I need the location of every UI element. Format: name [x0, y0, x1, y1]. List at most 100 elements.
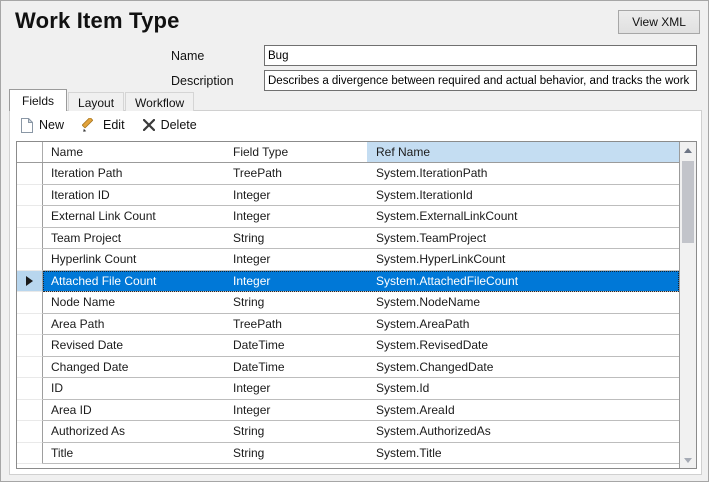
row-selector-cell[interactable]	[17, 314, 43, 336]
row-cell-name: Attached File Count	[43, 271, 225, 293]
row-cell-field-type: String	[225, 443, 367, 465]
table-row[interactable]: Hyperlink Count Integer System.HyperLink…	[17, 249, 679, 271]
work-item-type-window: Work Item Type View XML Name Description…	[0, 0, 709, 482]
row-selector-cell[interactable]	[17, 421, 43, 443]
row-selector-cell[interactable]	[17, 335, 43, 357]
row-cell-ref-name: System.TeamProject	[367, 228, 679, 250]
row-cell-field-type: Integer	[225, 271, 367, 293]
row-cell-ref-name: System.NodeName	[367, 292, 679, 314]
row-selector-cell[interactable]	[17, 185, 43, 207]
row-cell-ref-name: System.Title	[367, 443, 679, 465]
view-xml-button[interactable]: View XML	[618, 10, 700, 34]
fields-toolbar: New Edit Delete	[10, 111, 701, 139]
row-selector-cell[interactable]	[17, 249, 43, 271]
edit-pencil-icon	[82, 118, 97, 133]
scrollbar-thumb[interactable]	[682, 161, 694, 243]
row-cell-ref-name: System.IterationPath	[367, 163, 679, 185]
row-cell-field-type: TreePath	[225, 314, 367, 336]
row-cell-name: Changed Date	[43, 357, 225, 379]
row-cell-field-type: Integer	[225, 206, 367, 228]
row-cell-name: Area Path	[43, 314, 225, 336]
row-cell-name: Title	[43, 443, 225, 465]
row-selector-cell[interactable]	[17, 292, 43, 314]
edit-button-label: Edit	[103, 118, 125, 132]
row-cell-name: Authorized As	[43, 421, 225, 443]
table-row[interactable]: Revised Date DateTime System.RevisedDate	[17, 335, 679, 357]
table-row[interactable]: Area ID Integer System.AreaId	[17, 400, 679, 422]
row-cell-ref-name: System.ExternalLinkCount	[367, 206, 679, 228]
tab-fields[interactable]: Fields	[9, 89, 67, 111]
table-row[interactable]: Team Project String System.TeamProject	[17, 228, 679, 250]
row-selector-cell[interactable]	[17, 400, 43, 422]
grid-body: Iteration Path TreePath System.Iteration…	[17, 163, 679, 464]
new-document-icon	[20, 118, 33, 133]
row-selector-cell[interactable]	[17, 378, 43, 400]
row-cell-name: External Link Count	[43, 206, 225, 228]
table-row[interactable]: Authorized As String System.AuthorizedAs	[17, 421, 679, 443]
row-cell-name: Area ID	[43, 400, 225, 422]
delete-x-icon	[143, 119, 155, 131]
row-selector-cell[interactable]	[17, 271, 43, 293]
table-row[interactable]: Iteration Path TreePath System.Iteration…	[17, 163, 679, 185]
row-cell-field-type: String	[225, 228, 367, 250]
delete-button-label: Delete	[161, 118, 197, 132]
row-cell-field-type: DateTime	[225, 357, 367, 379]
row-cell-name: ID	[43, 378, 225, 400]
page-title: Work Item Type	[15, 8, 180, 34]
row-cell-field-type: String	[225, 421, 367, 443]
row-cell-ref-name: System.IterationId	[367, 185, 679, 207]
table-row[interactable]: Node Name String System.NodeName	[17, 292, 679, 314]
description-input[interactable]	[264, 70, 697, 91]
table-row[interactable]: External Link Count Integer System.Exter…	[17, 206, 679, 228]
table-row[interactable]: Attached File Count Integer System.Attac…	[17, 271, 679, 293]
tab-workflow[interactable]: Workflow	[125, 92, 194, 111]
edit-button[interactable]: Edit	[82, 118, 125, 133]
row-selector-cell[interactable]	[17, 163, 43, 185]
column-header-ref-name[interactable]: Ref Name	[367, 142, 679, 162]
row-cell-ref-name: System.RevisedDate	[367, 335, 679, 357]
row-cell-field-type: Integer	[225, 400, 367, 422]
grid-header-row: Name Field Type Ref Name	[17, 142, 679, 163]
row-cell-ref-name: System.Id	[367, 378, 679, 400]
row-cell-field-type: Integer	[225, 378, 367, 400]
row-cell-name: Hyperlink Count	[43, 249, 225, 271]
delete-button[interactable]: Delete	[143, 118, 197, 132]
row-cell-ref-name: System.AreaPath	[367, 314, 679, 336]
scroll-down-arrow-icon[interactable]	[680, 452, 696, 468]
table-row[interactable]: Changed Date DateTime System.ChangedDate	[17, 357, 679, 379]
row-cell-ref-name: System.AuthorizedAs	[367, 421, 679, 443]
vertical-scrollbar[interactable]	[679, 142, 696, 468]
column-header-field-type[interactable]: Field Type	[225, 142, 367, 162]
row-selector-cell[interactable]	[17, 443, 43, 465]
table-row[interactable]: ID Integer System.Id	[17, 378, 679, 400]
row-cell-ref-name: System.HyperLinkCount	[367, 249, 679, 271]
tab-layout[interactable]: Layout	[68, 92, 124, 111]
row-selector-cell[interactable]	[17, 357, 43, 379]
row-selector-cell[interactable]	[17, 228, 43, 250]
table-row[interactable]: Area Path TreePath System.AreaPath	[17, 314, 679, 336]
row-cell-field-type: Integer	[225, 249, 367, 271]
description-label: Description	[171, 74, 234, 88]
row-cell-ref-name: System.AreaId	[367, 400, 679, 422]
new-button-label: New	[39, 118, 64, 132]
row-cell-field-type: String	[225, 292, 367, 314]
row-cell-name: Iteration ID	[43, 185, 225, 207]
new-button[interactable]: New	[20, 118, 64, 133]
name-input[interactable]	[264, 45, 697, 66]
row-selector-header-cell	[17, 142, 43, 162]
row-cell-field-type: Integer	[225, 185, 367, 207]
row-cell-name: Iteration Path	[43, 163, 225, 185]
row-cell-field-type: DateTime	[225, 335, 367, 357]
fields-tab-page: New Edit Delete	[9, 110, 702, 475]
table-row[interactable]: Iteration ID Integer System.IterationId	[17, 185, 679, 207]
row-cell-field-type: TreePath	[225, 163, 367, 185]
name-label: Name	[171, 49, 204, 63]
row-selector-cell[interactable]	[17, 206, 43, 228]
row-cell-name: Revised Date	[43, 335, 225, 357]
row-cell-ref-name: System.AttachedFileCount	[367, 271, 679, 293]
column-header-name[interactable]: Name	[43, 142, 225, 162]
table-row[interactable]: Title String System.Title	[17, 443, 679, 465]
row-cell-name: Team Project	[43, 228, 225, 250]
current-row-marker-icon	[26, 276, 33, 286]
scroll-up-arrow-icon[interactable]	[680, 142, 696, 158]
